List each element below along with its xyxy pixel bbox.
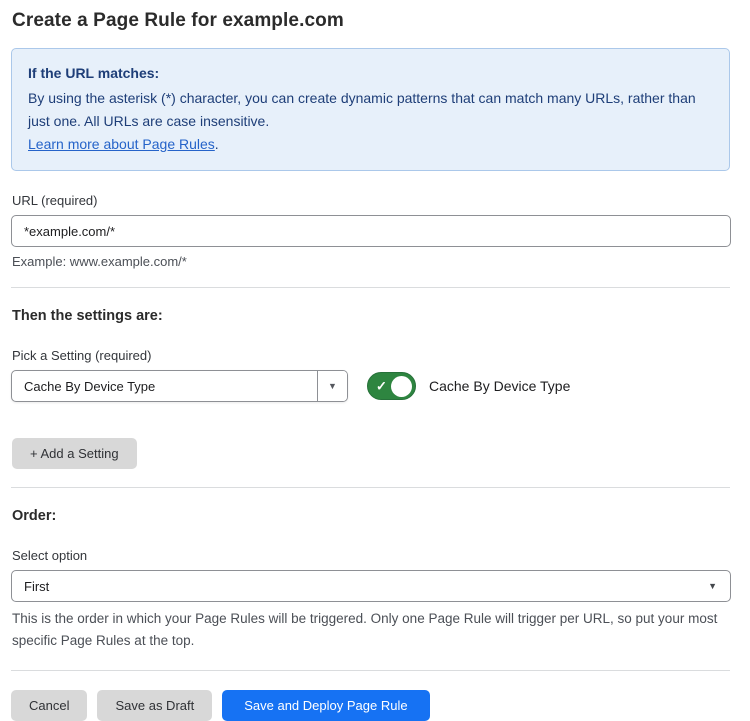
setting-row: Cache By Device Type ▼ ✓ Cache By Device… <box>11 370 730 402</box>
url-field-label: URL (required) <box>12 193 730 208</box>
divider <box>11 670 730 671</box>
chevron-down-icon: ▼ <box>708 581 717 591</box>
add-setting-button[interactable]: + Add a Setting <box>12 438 137 469</box>
setting-select[interactable]: Cache By Device Type ▼ <box>11 370 348 402</box>
toggle-knob <box>391 376 412 397</box>
order-select[interactable]: First ▼ <box>11 570 731 602</box>
setting-picker-label: Pick a Setting (required) <box>12 348 730 363</box>
info-box-heading: If the URL matches: <box>28 62 713 85</box>
learn-more-link[interactable]: Learn more about Page Rules <box>28 136 215 152</box>
info-box-link-line: Learn more about Page Rules. <box>28 133 713 156</box>
divider <box>11 287 730 288</box>
order-section-heading: Order: <box>12 508 730 524</box>
cancel-button[interactable]: Cancel <box>11 690 87 721</box>
save-and-deploy-button[interactable]: Save and Deploy Page Rule <box>222 690 429 721</box>
order-help-text: This is the order in which your Page Rul… <box>12 608 730 652</box>
page-title: Create a Page Rule for example.com <box>12 10 730 32</box>
check-icon: ✓ <box>376 380 387 393</box>
info-box-body: By using the asterisk (*) character, you… <box>28 87 713 133</box>
form-actions: Cancel Save as Draft Save and Deploy Pag… <box>11 690 730 721</box>
cache-by-device-type-toggle[interactable]: ✓ <box>367 372 416 400</box>
setting-select-value: Cache By Device Type <box>12 371 317 401</box>
order-select-value: First <box>24 579 708 594</box>
url-match-info-box: If the URL matches: By using the asteris… <box>11 48 730 171</box>
link-period: . <box>215 136 219 152</box>
url-example-text: Example: www.example.com/* <box>12 254 730 269</box>
toggle-label: Cache By Device Type <box>429 378 570 394</box>
save-as-draft-button[interactable]: Save as Draft <box>97 690 212 721</box>
order-select-label: Select option <box>12 548 730 563</box>
create-page-rule-form: Create a Page Rule for example.com If th… <box>0 0 750 721</box>
setting-select-arrow-button[interactable]: ▼ <box>317 371 347 401</box>
url-input[interactable] <box>11 215 731 247</box>
settings-section-heading: Then the settings are: <box>12 308 730 324</box>
chevron-down-icon: ▼ <box>328 381 337 391</box>
divider <box>11 487 730 488</box>
